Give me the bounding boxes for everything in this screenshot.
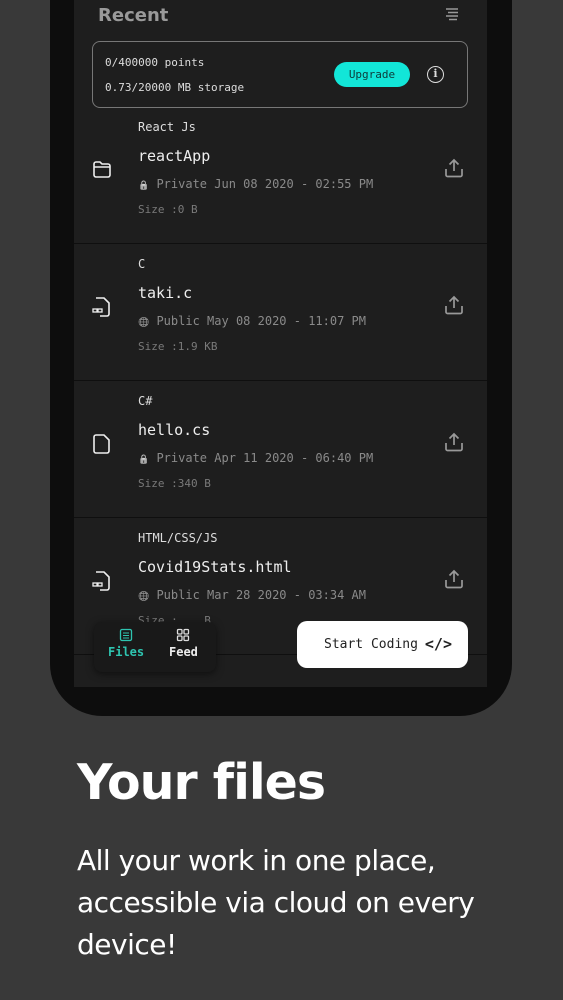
file-name: taki.c [138, 284, 193, 302]
share-icon[interactable] [444, 431, 464, 453]
lock-icon: 🔒 [138, 455, 150, 465]
code-file-icon [92, 571, 110, 591]
file-meta: 🌐 Public May 08 2020 - 11:07 PM [138, 314, 366, 328]
start-coding-button[interactable]: Start Coding </> [297, 621, 468, 668]
points-usage: 0/400000 points [105, 56, 205, 69]
app-screen: Recent 0/400000 points 0.73/20000 MB sto… [74, 0, 487, 687]
folder-icon [93, 161, 111, 178]
share-icon[interactable] [444, 568, 464, 590]
nav-files-label: Files [108, 645, 145, 659]
file-visibility: Public [156, 588, 200, 602]
file-date: Mar 28 2020 - 03:34 AM [207, 588, 366, 602]
file-icon [93, 434, 110, 454]
file-date: Jun 08 2020 - 02:55 PM [214, 177, 374, 191]
code-file-icon [92, 297, 110, 317]
file-language: C [138, 257, 146, 271]
file-meta: 🔒 Private Apr 11 2020 - 06:40 PM [138, 451, 373, 465]
promo-title: Your files [77, 754, 326, 811]
file-name: hello.cs [138, 421, 211, 439]
file-row[interactable]: React Js reactApp 🔒 Private Jun 08 2020 … [74, 107, 487, 244]
globe-icon: 🌐 [138, 318, 150, 328]
file-row[interactable]: C taki.c 🌐 Public May 08 2020 - 11:07 PM… [74, 244, 487, 381]
storage-usage: 0.73/20000 MB storage [105, 81, 245, 94]
nav-feed-label: Feed [169, 645, 198, 659]
start-coding-label: Start Coding [324, 637, 418, 652]
promo-subtitle: All your work in one place, accessible v… [77, 844, 475, 961]
share-icon[interactable] [444, 294, 464, 316]
nav-files[interactable]: Files [108, 628, 144, 659]
file-name: Covid19Stats.html [138, 558, 292, 576]
file-visibility: Private [156, 451, 208, 465]
file-language: React Js [138, 120, 196, 134]
file-size: Size :1.9 KB [138, 340, 218, 353]
info-icon[interactable]: i [427, 66, 444, 83]
upgrade-button[interactable]: Upgrade [334, 62, 410, 87]
share-icon[interactable] [444, 157, 464, 179]
lock-icon: 🔒 [138, 181, 150, 191]
file-visibility: Private [156, 177, 208, 191]
nav-feed[interactable]: Feed [169, 628, 198, 659]
file-row[interactable]: C# hello.cs 🔒 Private Apr 11 2020 - 06:4… [74, 381, 487, 518]
file-date: Apr 11 2020 - 06:40 PM [214, 451, 374, 465]
file-date: May 08 2020 - 11:07 PM [207, 314, 366, 328]
page-title: Recent [98, 5, 169, 26]
list-icon [119, 628, 133, 642]
file-meta: 🌐 Public Mar 28 2020 - 03:34 AM [138, 588, 366, 602]
bottom-nav: Files Feed [94, 622, 216, 672]
grid-icon [177, 628, 190, 642]
usage-card: 0/400000 points 0.73/20000 MB storage Up… [92, 41, 468, 108]
filter-list-icon[interactable] [444, 6, 460, 22]
file-language: HTML/CSS/JS [138, 531, 218, 545]
file-name: reactApp [138, 147, 211, 165]
file-language: C# [138, 394, 153, 408]
code-icon: </> [424, 635, 452, 653]
globe-icon: 🌐 [138, 592, 150, 602]
file-visibility: Public [156, 314, 200, 328]
file-size: Size :340 B [138, 477, 211, 490]
file-size: Size :0 B [138, 203, 198, 216]
file-meta: 🔒 Private Jun 08 2020 - 02:55 PM [138, 177, 373, 191]
